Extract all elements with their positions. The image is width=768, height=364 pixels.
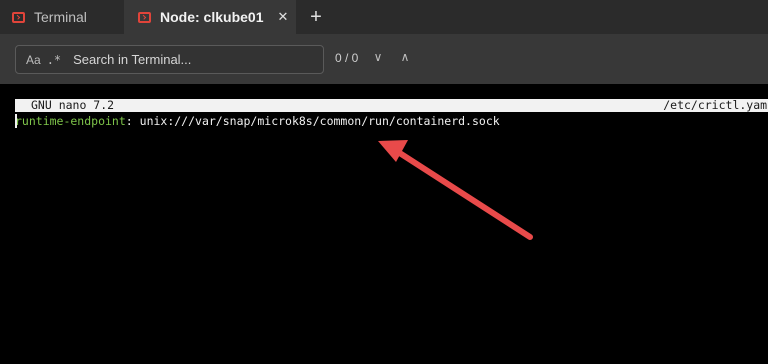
close-icon[interactable]: ✕ [277,9,288,25]
terminal-icon [12,11,25,23]
tab-label: Node: clkube01 [160,9,264,25]
tab-terminal[interactable]: Terminal [0,0,124,34]
nano-title-bar: GNU nano 7.2 /etc/crictl.yaml [15,99,768,112]
search-field[interactable]: Aa .* [15,45,324,74]
yaml-key: runtime-endpoint [15,114,126,128]
nano-version: GNU nano 7.2 [31,99,115,112]
search-bar: Aa .* 0 / 0 ∨ ∧ [0,34,768,84]
yaml-separator: : [125,114,140,128]
terminal-icon [138,11,151,23]
chevron-up-icon[interactable]: ∧ [398,49,412,65]
tab-label: Terminal [34,9,87,25]
yaml-value: unix:///var/snap/microk8s/common/run/con… [139,114,500,128]
match-count: 0 / 0 [335,51,359,65]
tab-bar: Terminal Node: clkube01 ✕ + [0,0,768,34]
chevron-down-icon[interactable]: ∨ [371,49,385,65]
tab-node-clkube01[interactable]: Node: clkube01 ✕ [124,0,296,34]
regex-toggle[interactable]: .* [47,53,61,67]
config-line: runtime-endpoint: unix:///var/snap/micro… [15,114,500,128]
plus-icon[interactable]: + [306,4,326,30]
terminal-app-window: Terminal Node: clkube01 ✕ + Aa .* 0 / 0 … [0,0,768,364]
match-case-toggle[interactable]: Aa [26,53,41,67]
nano-file-path: /etc/crictl.yaml [663,99,768,112]
text-cursor [15,114,17,128]
terminal-output[interactable]: GNU nano 7.2 /etc/crictl.yaml runtime-en… [0,84,768,364]
search-input[interactable] [71,47,296,72]
